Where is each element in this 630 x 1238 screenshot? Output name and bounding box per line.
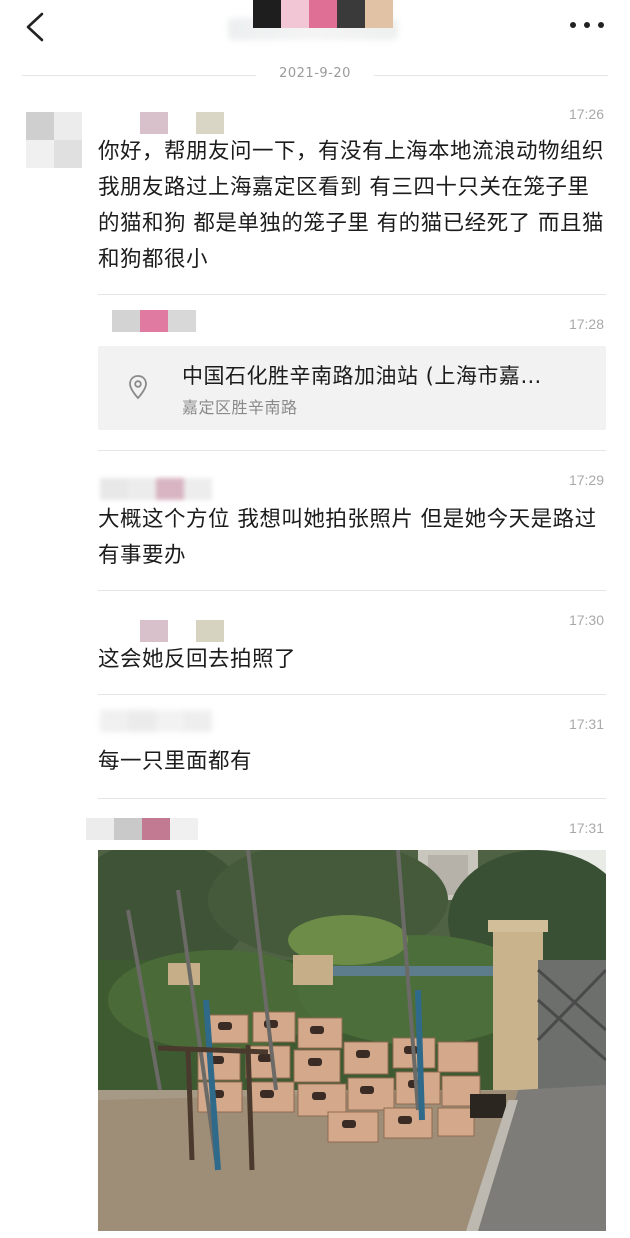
more-button[interactable] <box>570 16 604 34</box>
location-address: 嘉定区胜辛南路 <box>182 398 298 417</box>
chevron-left-icon <box>26 12 44 42</box>
message-time: 17:28 <box>568 316 604 332</box>
top-bar <box>0 0 630 56</box>
chat-photo[interactable] <box>98 850 606 1231</box>
message-text: 你好，帮朋友问一下，有没有上海本地流浪动物组织 我朋友路过上海嘉定区看到 有三四… <box>98 139 605 272</box>
message-text: 大概这个方位 我想叫她拍张照片 但是她今天是路过有事要办 <box>98 507 597 568</box>
message-time: 17:30 <box>568 612 604 628</box>
divider <box>98 450 606 451</box>
message-time: 17:31 <box>568 820 604 836</box>
location-card[interactable]: 中国石化胜辛南路加油站 (上海市嘉… 嘉定区胜辛南路 <box>98 346 606 430</box>
sender-name-blurred <box>112 310 196 332</box>
sender-name-blurred <box>100 710 212 732</box>
message-time: 17:31 <box>568 716 604 732</box>
date-separator: 2021-9-20 <box>22 62 608 88</box>
sender-name-blurred <box>100 478 212 500</box>
title-mosaic <box>253 0 393 28</box>
message-text: 这会她反回去拍照了 <box>98 647 297 672</box>
divider <box>98 294 606 295</box>
message-text: 每一只里面都有 <box>98 749 253 774</box>
sender-name-blurred <box>140 620 224 642</box>
back-button[interactable] <box>20 10 50 44</box>
date-label: 2021-9-20 <box>279 66 351 81</box>
divider <box>98 694 606 695</box>
more-dots-icon <box>570 22 576 28</box>
sender-name-blurred <box>140 112 224 134</box>
divider <box>98 590 606 591</box>
location-name: 中国石化胜辛南路加油站 (上海市嘉… <box>182 364 542 388</box>
cages-photo-image <box>98 850 606 1231</box>
message-time: 17:29 <box>568 472 604 488</box>
divider <box>98 798 606 799</box>
avatar[interactable] <box>26 112 82 168</box>
message-time: 17:26 <box>568 106 604 122</box>
location-pin-icon <box>129 375 147 400</box>
sender-name-blurred <box>86 818 198 840</box>
